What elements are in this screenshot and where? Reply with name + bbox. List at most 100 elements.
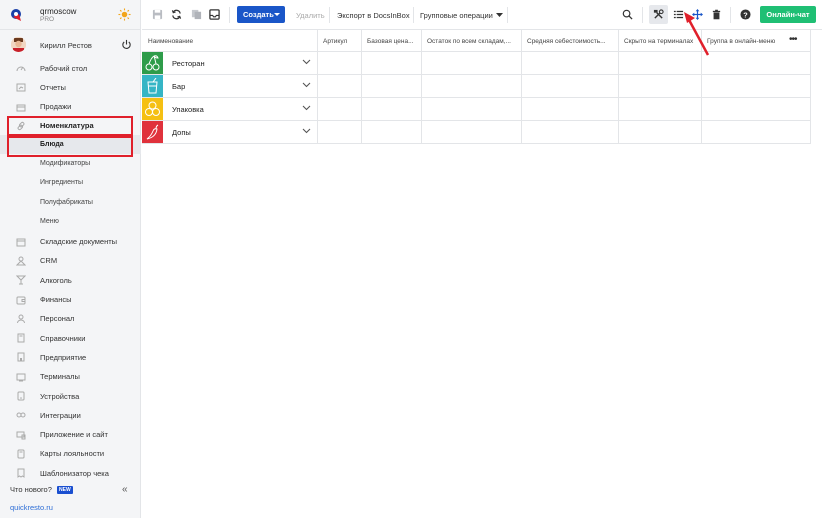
chevron-down-icon[interactable] — [302, 59, 311, 65]
sidebar-item-label: Полуфабрикаты — [40, 198, 93, 206]
whats-new-link[interactable]: Что нового? — [10, 485, 52, 494]
sidebar-item-4[interactable]: Блюда — [0, 135, 141, 155]
sidebar-item-2[interactable]: Продажи — [0, 97, 141, 116]
glass-icon — [15, 275, 27, 285]
chevron-down-icon[interactable] — [302, 82, 311, 88]
export-docsinbox-button[interactable]: Экспорт в DocsInBox — [337, 11, 410, 20]
online-chat-button[interactable]: Онлайн-чат — [760, 6, 816, 23]
create-button[interactable]: Создать — [237, 6, 285, 23]
sidebar-item-6[interactable]: Ингредиенты — [0, 174, 141, 193]
row-name: Допы — [172, 128, 191, 137]
brand-plan: PRO — [40, 16, 55, 23]
column-header[interactable]: Базовая цена... — [367, 38, 417, 45]
pepper-icon — [142, 121, 163, 143]
sidebar-item-14[interactable]: Справочники — [0, 328, 141, 347]
delete-button[interactable]: Удалить — [296, 11, 325, 20]
column-header[interactable]: Средняя себестоимость... — [527, 38, 614, 45]
sidebar-item-label: Шаблонизатор чека — [40, 468, 109, 478]
footer-link[interactable]: quickresto.ru — [10, 503, 53, 512]
sidebar-item-3[interactable]: Номенклатура — [0, 116, 141, 135]
sidebar-item-label: Финансы — [40, 295, 72, 305]
sun-icon[interactable] — [118, 8, 131, 21]
sidebar-item-label: Устройства — [40, 391, 80, 401]
sidebar-item-label: Интеграции — [40, 410, 81, 420]
sidebar-item-label: Алкоголь — [40, 275, 72, 285]
sidebar-item-9[interactable]: Складские документы — [0, 232, 141, 251]
sidebar-item-13[interactable]: Персонал — [0, 309, 141, 328]
table-row[interactable]: Бар — [142, 75, 811, 98]
trash-icon[interactable] — [711, 9, 722, 20]
refresh-icon[interactable] — [171, 9, 182, 20]
sidebar-item-20[interactable]: Карты лояльности — [0, 444, 141, 463]
sidebar-item-label: Карты лояльности — [40, 449, 105, 459]
sidebar-item-label: Персонал — [40, 314, 75, 324]
toolbar-divider — [329, 7, 330, 23]
column-header[interactable]: Наименование — [148, 38, 312, 45]
receipt-icon — [16, 468, 26, 479]
inbox-icon[interactable] — [209, 9, 220, 20]
sidebar-item-8[interactable]: Меню — [0, 212, 141, 231]
sidebar-item-7[interactable]: Полуфабрикаты — [0, 193, 141, 212]
annotation-arrow-icon — [684, 12, 710, 56]
sidebar-item-10[interactable]: CRM — [0, 251, 141, 270]
sidebar-item-12[interactable]: Финансы — [0, 290, 141, 309]
sidebar-item-label: Модификаторы — [40, 159, 91, 167]
group-ops-chevron-icon — [496, 13, 503, 17]
chevron-down-icon[interactable] — [302, 105, 311, 111]
sidebar-item-label: Предприятие — [40, 352, 87, 362]
avatar — [11, 37, 26, 52]
warehouse-icon — [16, 237, 26, 247]
svg-text:?: ? — [743, 10, 748, 19]
sidebar-item-label: Приложение и сайт — [40, 430, 108, 440]
collapse-sidebar-icon[interactable]: « — [122, 484, 128, 495]
toolbar: Создать Удалить Экспорт в DocsInBox Груп… — [142, 0, 822, 30]
sales-icon — [16, 102, 26, 112]
search-icon[interactable] — [622, 9, 633, 20]
sidebar-item-18[interactable]: Интеграции — [0, 405, 141, 424]
column-header[interactable]: Остаток по всем складам,... — [427, 38, 517, 45]
table-row[interactable]: Допы — [142, 121, 811, 144]
book-icon — [16, 333, 26, 343]
sidebar-item-1[interactable]: Отчеты — [0, 77, 141, 96]
sidebar-item-0[interactable]: Рабочий стол — [0, 58, 141, 77]
sidebar-item-17[interactable]: Устройства — [0, 386, 141, 405]
toolbar-divider — [413, 7, 414, 23]
sidebar-item-label: Продажи — [40, 102, 72, 112]
sidebar-item-5[interactable]: Модификаторы — [0, 154, 141, 173]
column-header[interactable]: Артикул — [323, 38, 357, 45]
sidebar: qrmoscow PRO Кирилл Рестов Рабочий стол … — [0, 0, 141, 518]
power-icon[interactable] — [121, 39, 132, 50]
toolbar-divider — [507, 7, 508, 23]
chevron-down-icon[interactable] — [302, 128, 311, 134]
sidebar-item-label: Справочники — [40, 333, 86, 343]
integration-icon — [16, 410, 26, 420]
user-profile[interactable]: Кирилл Рестов — [0, 34, 141, 56]
more-options-icon[interactable]: ••• — [789, 34, 797, 45]
reports-icon — [16, 82, 26, 92]
sidebar-item-16[interactable]: Терминалы — [0, 367, 141, 386]
table-row[interactable]: Упаковка — [142, 98, 811, 121]
sidebar-item-label: Ингредиенты — [40, 179, 84, 187]
tools-icon[interactable] — [653, 9, 664, 20]
sidebar-item-19[interactable]: Приложение и сайт — [0, 425, 141, 444]
wallet-icon — [16, 295, 26, 305]
toolbar-divider — [229, 7, 230, 23]
row-name: Ресторан — [172, 59, 205, 68]
group-operations-button[interactable]: Групповые операции — [420, 11, 493, 20]
copy-icon[interactable] — [191, 9, 202, 20]
sidebar-item-21[interactable]: Шаблонизатор чека — [0, 463, 141, 482]
crm-icon — [15, 256, 27, 266]
sidebar-item-15[interactable]: Предприятие — [0, 347, 141, 366]
sidebar-item-label: Меню — [40, 217, 59, 225]
staff-icon — [16, 314, 26, 324]
row-name: Бар — [172, 82, 186, 91]
building-icon — [16, 352, 26, 362]
cocktail-icon — [142, 75, 163, 97]
save-icon[interactable] — [152, 9, 163, 20]
sidebar-item-label: Номенклатура — [40, 121, 94, 131]
sidebar-item-label: Рабочий стол — [40, 63, 88, 73]
help-icon[interactable]: ? — [740, 9, 751, 20]
sidebar-item-11[interactable]: Алкоголь — [0, 270, 141, 289]
sidebar-item-label: CRM — [40, 256, 58, 266]
column-header[interactable]: Группа в онлайн-меню — [707, 38, 783, 45]
